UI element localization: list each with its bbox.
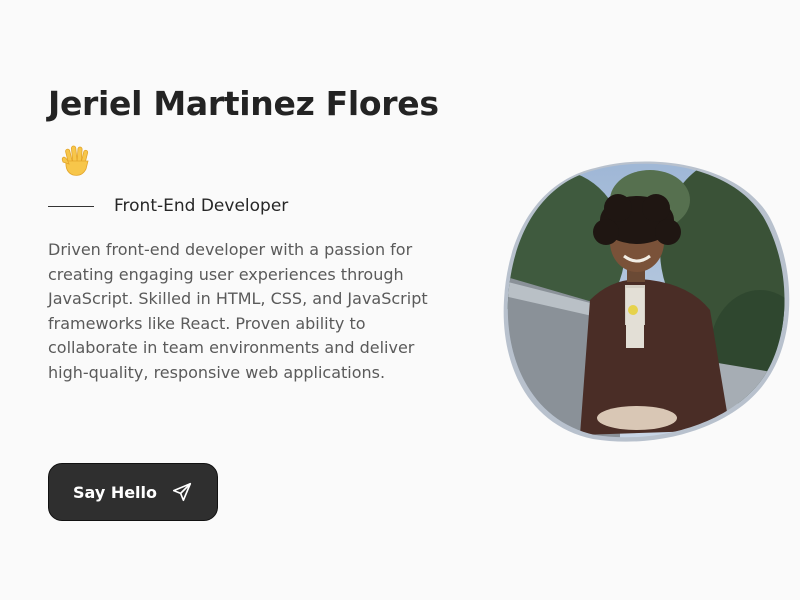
profile-photo [500,160,790,450]
role-divider [48,205,94,207]
role-title: Front-End Developer [114,196,289,216]
role-row: Front-End Developer [48,196,288,216]
bio-paragraph: Driven front-end developer with a passio… [48,240,428,382]
say-hello-button[interactable]: Say Hello [48,463,218,521]
hero-section: Jeriel Martinez Flores Front-End Develop… [0,0,800,600]
waving-hand-icon [58,142,96,180]
send-icon [171,481,193,503]
hero-name: Jeriel Martinez Flores [48,84,439,123]
say-hello-label: Say Hello [72,482,158,502]
